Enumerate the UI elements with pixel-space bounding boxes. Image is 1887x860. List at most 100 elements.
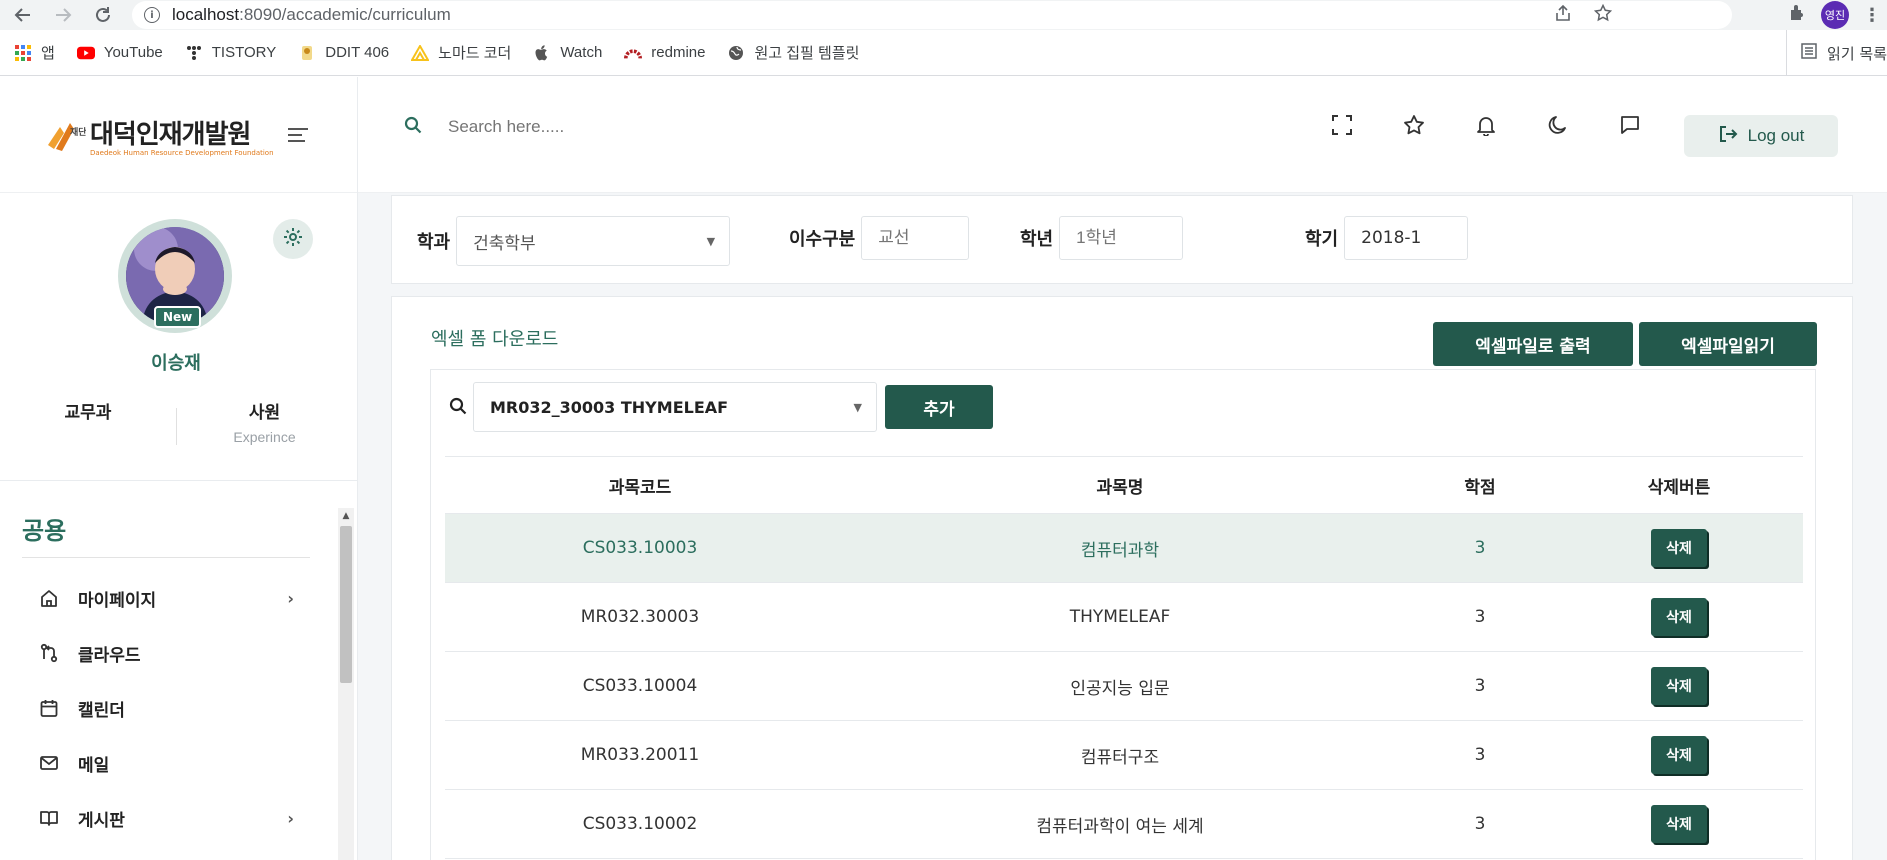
profile-avatar[interactable]: 영진: [1821, 1, 1849, 29]
more-menu-icon[interactable]: ⋮: [1863, 5, 1881, 26]
bookmark-star-icon[interactable]: [1593, 3, 1613, 26]
delete-button[interactable]: 삭제: [1651, 805, 1707, 843]
delete-button[interactable]: 삭제: [1651, 598, 1707, 636]
sidebar-item-label: 캘린더: [78, 700, 125, 721]
menu-toggle-icon[interactable]: [287, 128, 308, 142]
fullscreen-icon[interactable]: [1330, 113, 1354, 137]
site-info-icon[interactable]: i: [144, 7, 160, 23]
sidebar-item-label: 게시판: [78, 810, 125, 831]
star-icon[interactable]: [1402, 113, 1426, 137]
excel-export-button[interactable]: 엑셀파일로 출력: [1433, 322, 1633, 366]
bookmark-apps[interactable]: 앱: [14, 42, 55, 63]
bookmark-youtube[interactable]: YouTube: [76, 44, 163, 62]
cell-name: 컴퓨터과학: [1080, 540, 1160, 561]
bookmark-template[interactable]: 원고 집필 템플릿: [727, 42, 859, 63]
sidebar-item-label: 마이페이지: [78, 590, 157, 611]
department-select[interactable]: 건축학부 ▼: [456, 216, 731, 266]
user-department: 교무과: [64, 403, 112, 423]
sidebar-item-cloud[interactable]: 클라우드: [38, 636, 294, 670]
new-badge: New: [154, 306, 202, 328]
search-input[interactable]: [448, 117, 848, 137]
category-input[interactable]: [861, 216, 970, 260]
table-row[interactable]: CS033.10003 컴퓨터과학 3 삭제: [445, 514, 1803, 583]
reading-list-label: 읽기 목록: [1827, 44, 1887, 63]
logo-mark-icon: 재단법인: [46, 115, 103, 155]
user-meta: 교무과 사원 Experince: [0, 398, 352, 445]
delete-button[interactable]: 삭제: [1651, 736, 1707, 774]
cell-name: THYMELEAF: [1069, 607, 1171, 627]
scroll-thumb[interactable]: [340, 526, 352, 683]
sidebar-item-calendar[interactable]: 캘린더: [38, 691, 294, 725]
sidebar-scrollbar[interactable]: ▲ ▼: [338, 508, 354, 860]
subject-panel: MR032_30003 THYMELEAF ▼ 추가 과목코드 과목명 학점 삭…: [430, 369, 1816, 860]
profile-panel: New 이승재 교무과 사원 Experince: [0, 193, 357, 481]
share-icon[interactable]: [1554, 4, 1572, 26]
table-row[interactable]: MR033.20011 컴퓨터구조 3 삭제: [445, 721, 1803, 790]
bookmark-label: TISTORY: [211, 44, 277, 61]
bookmark-redmine[interactable]: redmine: [624, 44, 705, 62]
logout-icon: [1718, 124, 1738, 149]
chevron-right-icon: ›: [287, 808, 294, 828]
address-bar[interactable]: i localhost:8090/accademic/curriculum: [132, 1, 1732, 29]
subject-select[interactable]: MR032_30003 THYMELEAF ▼: [473, 382, 877, 432]
department-label: 학과: [417, 232, 451, 253]
scroll-up-arrow-icon[interactable]: ▲: [338, 508, 354, 524]
bookmark-ddit[interactable]: DDIT 406: [298, 44, 389, 62]
bookmarks-bar: 앱 YouTube TISTORY DDIT 406 노마드 코더 Watch: [0, 30, 1887, 76]
cell-code: CS033.10004: [582, 676, 698, 696]
bookmark-label: 원고 집필 템플릿: [754, 45, 860, 62]
nomad-icon: [411, 44, 430, 62]
sidebar-item-board[interactable]: 게시판 ›: [38, 801, 294, 835]
logo-title: 대덕인재개발원: [90, 119, 251, 150]
sidebar-item-mail[interactable]: 메일: [38, 746, 294, 780]
calendar-icon: [38, 697, 60, 719]
filter-card: 학과 건축학부 ▼ 이수구분 학년 학기 2018-1: [391, 195, 1853, 284]
svg-text:재단법인: 재단법인: [70, 126, 86, 138]
filter-grade: 학년: [1020, 216, 1184, 260]
bookmark-tistory[interactable]: TISTORY: [185, 44, 276, 62]
column-header: 삭제버튼: [1647, 477, 1711, 498]
department-value: 건축학부: [473, 233, 536, 254]
table-row[interactable]: CS033.10004 인공지능 입문 3 삭제: [445, 652, 1803, 721]
excel-form-download-link[interactable]: 엑셀 폼 다운로드: [431, 325, 558, 351]
moon-icon[interactable]: [1546, 113, 1570, 137]
bookmark-nomad[interactable]: 노마드 코더: [411, 42, 511, 63]
table-row[interactable]: CS033.10002 컴퓨터과학이 여는 세계 3 삭제: [445, 790, 1803, 859]
extensions-icon[interactable]: [1787, 3, 1807, 27]
reading-list[interactable]: 읽기 목록: [1786, 30, 1887, 76]
reading-list-icon: [1801, 43, 1817, 63]
apple-icon: [533, 44, 551, 62]
bookmark-watch[interactable]: Watch: [533, 44, 602, 62]
back-icon[interactable]: [12, 4, 34, 26]
profile-settings-button[interactable]: [273, 219, 313, 259]
table-header: 과목코드 과목명 학점 삭제버튼: [445, 457, 1803, 514]
table-row[interactable]: MR032.30003 THYMELEAF 3 삭제: [445, 583, 1803, 652]
delete-button[interactable]: 삭제: [1651, 529, 1707, 567]
semester-input[interactable]: 2018-1: [1344, 216, 1469, 260]
book-icon: [38, 807, 60, 829]
filter-category: 이수구분: [789, 216, 970, 260]
url-text: localhost:8090/accademic/curriculum: [172, 5, 451, 24]
reload-icon[interactable]: [92, 4, 114, 26]
subject-select-value: MR032_30003 THYMELEAF: [490, 397, 729, 417]
filter-department: 학과 건축학부 ▼: [417, 216, 731, 266]
logout-button[interactable]: Log out: [1684, 115, 1838, 157]
sidebar-item-mypage[interactable]: 마이페이지 ›: [38, 581, 294, 615]
excel-read-button[interactable]: 엑셀파일읽기: [1639, 322, 1817, 366]
sidebar-item-label: 메일: [78, 755, 110, 776]
grade-label: 학년: [1020, 229, 1054, 250]
cell-credit: 3: [1474, 607, 1486, 627]
sidebar: New 이승재 교무과 사원 Experince 공용 마이페이지 › 클라우드…: [0, 193, 358, 860]
brand-logo[interactable]: 재단법인 대덕인재개발원 Daedeok Human Resource Deve…: [46, 114, 308, 157]
user-position-label: Experince: [233, 429, 296, 445]
message-icon[interactable]: [1618, 113, 1642, 137]
delete-button[interactable]: 삭제: [1651, 667, 1707, 705]
forward-icon[interactable]: [52, 4, 74, 26]
bookmark-label: DDIT 406: [325, 44, 390, 61]
grade-input[interactable]: [1059, 216, 1184, 260]
add-subject-button[interactable]: 추가: [885, 385, 993, 429]
curriculum-card: 엑셀 폼 다운로드 엑셀파일로 출력 엑셀파일읽기 MR032_30003 TH…: [391, 296, 1853, 860]
cell-credit: 3: [1474, 814, 1486, 834]
cell-name: 인공지능 입문: [1070, 678, 1170, 699]
bell-icon[interactable]: [1474, 113, 1498, 137]
